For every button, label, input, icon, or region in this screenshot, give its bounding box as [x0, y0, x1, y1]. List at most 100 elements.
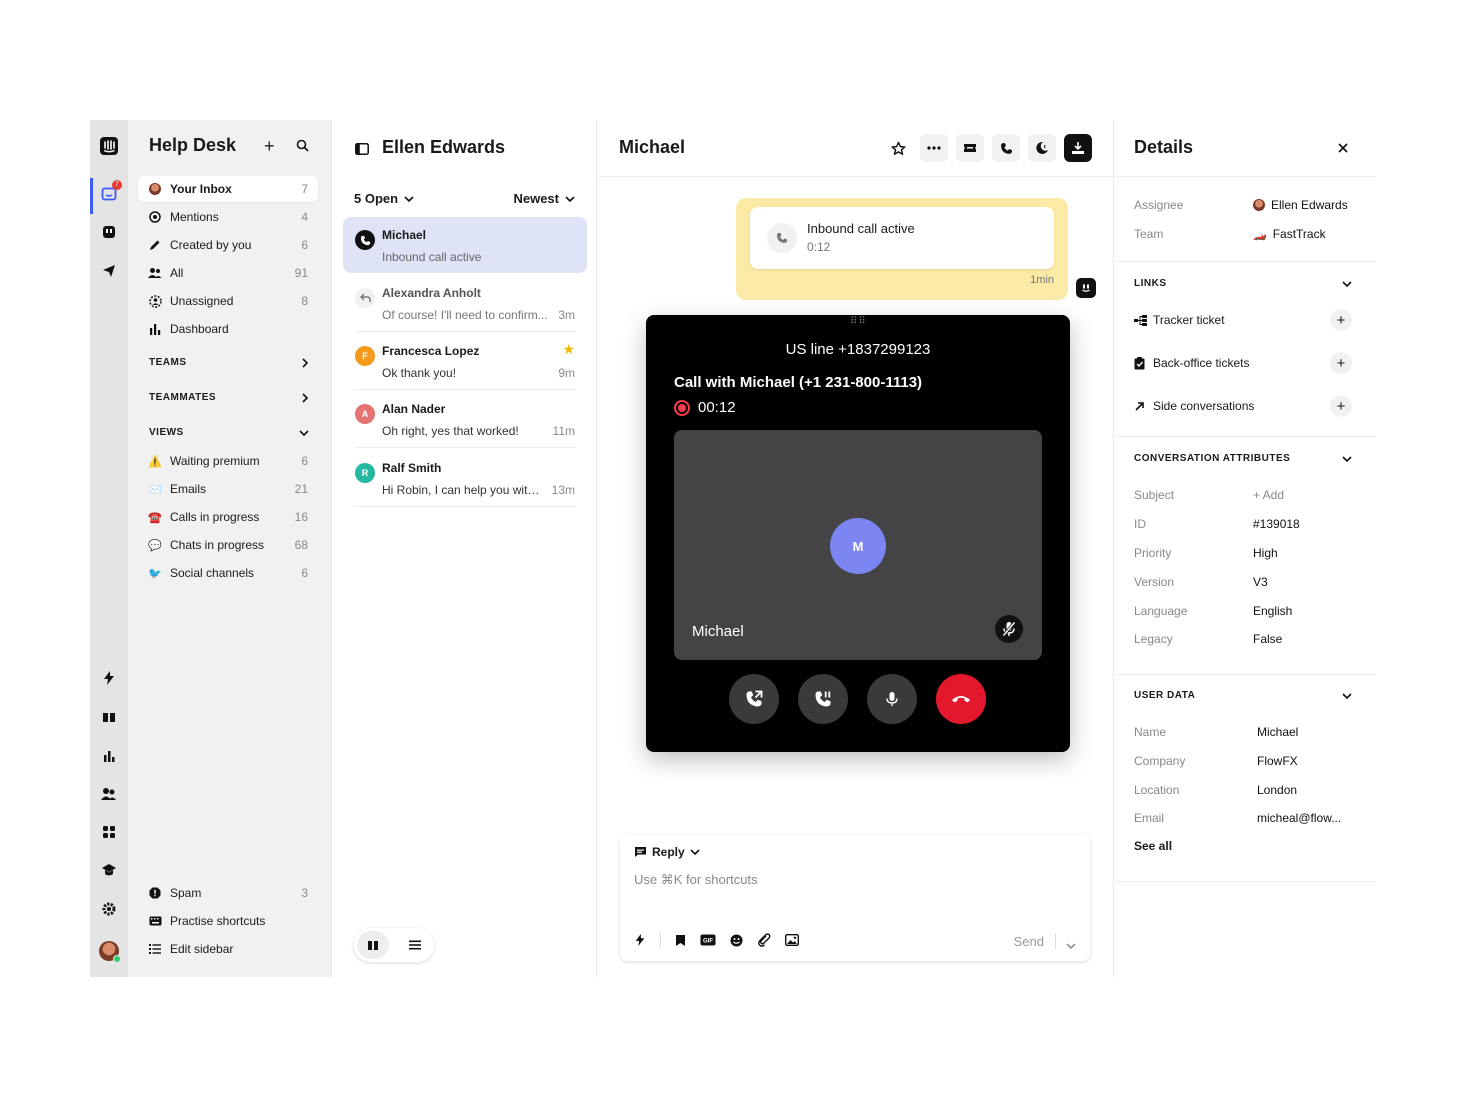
phone-pause-icon — [815, 691, 831, 707]
outbound-icon[interactable] — [99, 261, 119, 281]
user-value[interactable]: micheal@flow... — [1257, 811, 1341, 825]
close-icon[interactable] — [1337, 141, 1349, 159]
conversation-item[interactable]: Alexandra Anholt Of course! I'll need to… — [343, 275, 587, 332]
sidebar-item-edit-sidebar[interactable]: Edit sidebar — [138, 936, 318, 962]
inbound-call-card[interactable]: Inbound call active 0:12 — [750, 207, 1054, 269]
conversation-name: Alexandra Anholt — [382, 286, 481, 300]
send-options-chevron-icon[interactable] — [1066, 937, 1076, 955]
add-icon[interactable]: + — [264, 137, 275, 155]
conversation-item[interactable]: F Francesca Lopez ★ Ok thank you! 9m — [343, 333, 587, 390]
image-icon[interactable] — [785, 934, 799, 946]
settings-gear-icon[interactable] — [99, 899, 119, 919]
apps-grid-icon[interactable] — [99, 822, 119, 842]
sort-dropdown[interactable]: Newest — [513, 191, 575, 206]
attribute-value[interactable]: High — [1253, 546, 1278, 560]
microphone-button[interactable] — [867, 674, 917, 724]
conversation-item[interactable]: A Alan Nader Oh right, yes that worked! … — [343, 391, 587, 448]
chevron-down-icon — [1342, 455, 1352, 462]
transfer-call-button[interactable] — [729, 674, 779, 724]
team-value[interactable]: 🏎️ FastTrack — [1253, 227, 1326, 241]
search-icon[interactable] — [296, 139, 309, 157]
view-calls-in-progress[interactable]: ☎️ Calls in progress 16 — [138, 504, 318, 530]
sidebar-toggle-icon[interactable] — [355, 142, 369, 160]
assignee-value[interactable]: Ellen Edwards — [1253, 198, 1348, 212]
hold-call-button[interactable] — [798, 674, 848, 724]
user-avatar[interactable] — [99, 941, 121, 963]
attribute-value[interactable]: V3 — [1253, 575, 1268, 589]
sidebar-item-label: Practise shortcuts — [170, 914, 266, 928]
emoji-icon[interactable] — [730, 934, 743, 947]
sidebar-item-created-by-you[interactable]: Created by you 6 — [138, 232, 318, 258]
ticket-button[interactable] — [956, 134, 984, 162]
team-name: FastTrack — [1272, 227, 1326, 241]
attribute-value[interactable]: #139018 — [1253, 517, 1300, 531]
sidebar-item-count: 6 — [301, 238, 308, 252]
attributes-section-header[interactable]: CONVERSATION ATTRIBUTES — [1134, 453, 1352, 464]
section-views[interactable]: VIEWS — [149, 427, 309, 438]
close-conversation-button[interactable] — [1064, 134, 1092, 162]
view-chats-in-progress[interactable]: 💬 Chats in progress 68 — [138, 532, 318, 558]
sidebar-item-label: Created by you — [170, 238, 252, 252]
add-side-conversation-button[interactable]: + — [1330, 395, 1352, 417]
conversation-title: Michael — [619, 137, 686, 157]
automation-bolt-icon[interactable] — [99, 668, 119, 688]
sidebar-item-mentions[interactable]: Mentions 4 — [138, 204, 318, 230]
status-filter-dropdown[interactable]: 5 Open — [354, 191, 414, 206]
hang-up-button[interactable] — [936, 674, 986, 724]
drag-handle-icon[interactable]: ⠿⠿ — [850, 317, 867, 327]
sidebar-item-label: Mentions — [170, 210, 219, 224]
phone-icon — [767, 223, 797, 253]
sidebar-item-practise-shortcuts[interactable]: Practise shortcuts — [138, 908, 318, 934]
add-tracker-button[interactable]: + — [1330, 309, 1352, 331]
knowledge-book-icon[interactable] — [99, 707, 119, 727]
sidebar-item-dashboard[interactable]: Dashboard — [138, 316, 318, 342]
note-timestamp: 1min — [1030, 274, 1054, 286]
more-options-button[interactable] — [920, 134, 948, 162]
sidebar-item-spam[interactable]: Spam 3 — [138, 880, 318, 906]
attribute-value[interactable]: False — [1253, 632, 1282, 646]
links-section-header[interactable]: LINKS — [1134, 278, 1352, 289]
assignee-name: Ellen Edwards — [1271, 198, 1348, 212]
composer-input[interactable]: Use ⌘K for shortcuts — [634, 872, 758, 888]
inbox-icon[interactable]: 7 — [99, 180, 122, 204]
view-waiting-premium[interactable]: ⚠️ Waiting premium 6 — [138, 448, 318, 474]
gif-icon[interactable]: GIF — [700, 934, 716, 946]
fin-icon[interactable] — [99, 222, 119, 242]
see-all-link[interactable]: See all — [1134, 839, 1172, 853]
conversation-item[interactable]: Michael Inbound call active — [343, 217, 587, 273]
call-button[interactable] — [992, 134, 1020, 162]
user-value[interactable]: London — [1257, 783, 1297, 797]
snooze-button[interactable]: z — [1028, 134, 1056, 162]
bolt-icon[interactable] — [634, 933, 646, 947]
sidebar-item-all[interactable]: All 91 — [138, 260, 318, 286]
sidebar-item-your-inbox[interactable]: Your Inbox 7 — [138, 176, 318, 202]
add-back-office-button[interactable]: + — [1330, 352, 1352, 374]
sidebar-item-unassigned[interactable]: Unassigned 8 — [138, 288, 318, 314]
reports-chart-icon[interactable] — [99, 746, 119, 766]
user-value[interactable]: Michael — [1257, 725, 1298, 739]
user-value[interactable]: FlowFX — [1257, 754, 1298, 768]
reply-mode-dropdown[interactable]: Reply — [634, 845, 700, 859]
split-view-icon[interactable] — [357, 931, 389, 959]
intercom-logo-icon[interactable] — [99, 136, 119, 156]
view-label: Waiting premium — [170, 454, 260, 468]
view-emails[interactable]: ✉️ Emails 21 — [138, 476, 318, 502]
section-teams[interactable]: TEAMS — [149, 357, 309, 368]
attribute-value[interactable]: English — [1253, 604, 1292, 618]
attachment-icon[interactable] — [757, 933, 771, 947]
chat-bubble-icon — [635, 847, 646, 857]
contacts-icon[interactable] — [99, 784, 119, 804]
conversation-item[interactable]: R Ralf Smith Hi Robin, I can help you wi… — [343, 450, 587, 507]
send-button[interactable]: Send — [1014, 934, 1044, 949]
clipboard-check-icon — [1134, 356, 1148, 370]
bookmark-icon[interactable] — [675, 934, 686, 947]
section-teammates[interactable]: TEAMMATES — [149, 392, 309, 403]
subject-add-button[interactable]: + Add — [1253, 488, 1284, 502]
call-status-title: Inbound call active — [807, 221, 915, 236]
user-data-section-header[interactable]: USER DATA — [1134, 690, 1352, 701]
academy-icon[interactable] — [99, 860, 119, 880]
star-button[interactable] — [884, 134, 912, 162]
view-social-channels[interactable]: 🐦 Social channels 6 — [138, 560, 318, 586]
conversation-time: 11m — [552, 424, 575, 438]
list-view-icon[interactable] — [399, 931, 431, 959]
